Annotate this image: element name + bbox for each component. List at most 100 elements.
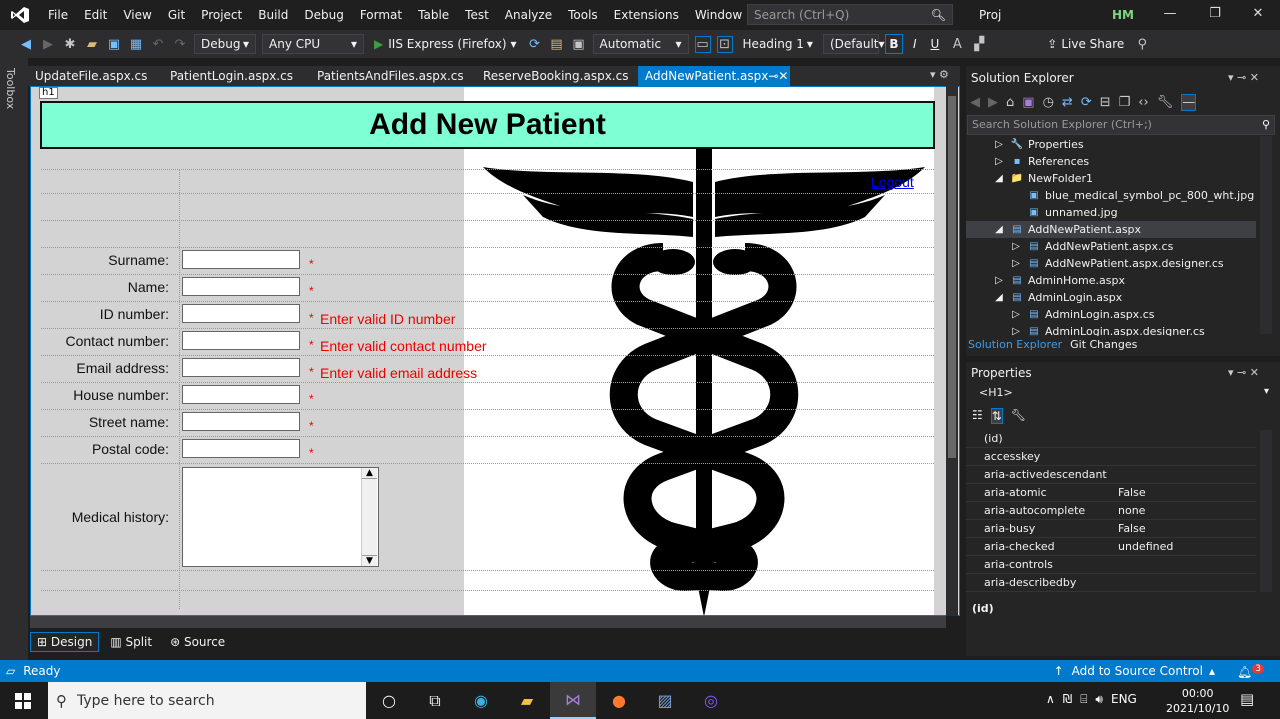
tree-item[interactable]: ▷ ▤ AdminLogin.aspx.cs [966,306,1256,323]
toolbox-tab[interactable]: Toolbox [4,68,17,109]
tab-patientsandfiles[interactable]: PatientsAndFiles.aspx.cs [310,66,476,86]
live-share-button[interactable]: ⇪ Live Share [1043,34,1128,54]
expand-icon[interactable]: ▷ [1009,326,1023,336]
home-icon[interactable]: ⌂ [1006,95,1014,110]
language-indicator[interactable]: ENG [1111,692,1137,707]
action-center-icon[interactable]: ▤ [1240,690,1254,708]
pin-icon[interactable]: ⊸ [768,69,778,86]
font-color-icon[interactable]: A [949,37,965,52]
solution-search-input[interactable]: Search Solution Explorer (Ctrl+;) ⚲ [967,115,1275,135]
bold-button[interactable]: B [884,34,903,54]
menu-item-window[interactable]: Window [687,0,750,30]
tab-source[interactable]: ⊛ Source [163,632,232,652]
tree-item[interactable]: ▷ ▤ AddNewPatient.aspx.cs [966,238,1256,255]
menu-item-table[interactable]: Table [410,0,457,30]
editor-horizontal-scrollbar[interactable] [30,616,946,628]
back-icon[interactable]: ◀ [970,95,980,110]
street-name-field[interactable] [182,412,300,431]
platform-dropdown[interactable]: Any CPU ▾ [262,34,364,54]
menu-item-view[interactable]: View [115,0,159,30]
menu-item-test[interactable]: Test [457,0,497,30]
tab-split[interactable]: ▥ Split [103,632,159,652]
avatar[interactable]: HM [1112,8,1134,22]
expand-icon[interactable]: ▷ [992,139,1006,150]
tree-item[interactable]: ◢ 📁 NewFolder1 [966,170,1256,187]
show-all-files-icon[interactable]: ❐ [1119,95,1131,110]
tray-chevron-icon[interactable]: ∧ [1046,692,1055,707]
underline-button[interactable]: U [927,34,944,54]
collapse-all-icon[interactable]: ⊟ [1100,95,1111,110]
design-view-icon[interactable]: ▭ [694,35,711,53]
taskbar-search-input[interactable]: ⚲ Type here to search [48,682,366,719]
postal-code-field[interactable] [182,439,300,458]
property-row[interactable]: (id) [966,430,1256,448]
history-icon[interactable]: ◷ [1043,95,1054,110]
property-row[interactable]: aria-autocomplete none [966,502,1256,520]
tree-item[interactable]: ▣ blue_medical_symbol_pc_800_wht.jpg [966,187,1256,204]
menu-item-debug[interactable]: Debug [296,0,351,30]
close-tab-icon[interactable]: ✕ [778,69,788,86]
tree-item[interactable]: ▷ ▪ References [966,153,1256,170]
visual-studio-logo-icon[interactable] [0,0,40,30]
visual-studio-icon[interactable]: ⋈ [550,682,596,719]
menu-item-edit[interactable]: Edit [76,0,115,30]
configuration-dropdown[interactable]: Debug ▾ [194,34,256,54]
preview-icon[interactable]: — [1181,93,1197,111]
notifications-icon[interactable]: 🔔︎ 3 [1237,663,1264,679]
task-view-icon[interactable]: ⧉ [412,682,458,719]
edge-icon[interactable]: ◉ [458,682,504,719]
tab-solution-explorer[interactable]: Solution Explorer [968,338,1062,351]
alphabetical-icon[interactable]: ⇅ [990,408,1003,424]
tab-patientlogin[interactable]: PatientLogin.aspx.cs [163,66,310,86]
new-project-icon[interactable]: ✱ [62,37,78,52]
search-input[interactable]: Search (Ctrl+Q) 🔍︎ [747,4,953,25]
expand-icon[interactable]: ◢ [992,173,1006,184]
save-icon[interactable]: ▣ [106,37,122,52]
ssms-icon[interactable]: ▨ [642,682,688,719]
ime-icon[interactable]: ₪ [1063,692,1072,707]
expand-icon[interactable]: ▷ [1009,241,1023,252]
file-explorer-icon[interactable]: ▰ [504,682,550,719]
back-icon[interactable]: ◀ [18,37,34,52]
add-source-control-button[interactable]: Add to Source Control [1072,664,1203,678]
property-row[interactable]: aria-busy False [966,520,1256,538]
design-surface[interactable]: h1 Add New Patient Logout Surname: * Nam… [30,86,960,616]
categorized-icon[interactable]: ☷ [972,408,983,424]
browser-mode-dropdown[interactable]: Automatic ▾ [592,34,689,54]
properties-icon[interactable]: 🔧︎ [1157,95,1174,110]
position-icon[interactable]: ⊡ [716,35,733,53]
expand-icon[interactable]: ▷ [1009,309,1023,320]
properties-object-selector[interactable]: <H1> [979,386,1013,399]
name-field[interactable] [182,277,300,296]
menu-item-git[interactable]: Git [160,0,193,30]
menu-item-extensions[interactable]: Extensions [606,0,687,30]
tree-item[interactable]: ▷ ▤ AddNewPatient.aspx.designer.cs [966,255,1256,272]
page-title[interactable]: Add New Patient [40,101,935,149]
tree-item[interactable]: ◢ ▤ AdminLogin.aspx [966,289,1256,306]
refresh-icon[interactable]: ⟳ [1081,95,1092,110]
contact-number-field[interactable] [182,331,300,350]
menu-item-file[interactable]: File [40,0,76,30]
editor-scroll-thumb[interactable] [948,96,956,458]
minimize-icon[interactable]: — [1160,6,1180,24]
scroll-down-icon[interactable]: ▼ [362,555,377,566]
textarea-scrollbar[interactable]: ▲ ▼ [361,468,377,566]
tree-item[interactable]: ▷ ▤ AdminLogin.aspx.designer.cs [966,323,1256,336]
property-row[interactable]: aria-describedby [966,574,1256,592]
expand-icon[interactable]: ▷ [992,275,1006,286]
tab-options-icon[interactable]: ▾ ⚙ [930,68,949,81]
firefox-icon[interactable]: ● [596,682,642,719]
tab-updatefile[interactable]: UpdateFile.aspx.cs [28,66,163,86]
network-icon[interactable]: ⌸ [1080,692,1087,707]
property-value[interactable]: undefined [1114,540,1173,553]
tab-reservebooking[interactable]: ReserveBooking.aspx.cs [476,66,638,86]
property-row[interactable]: aria-activedescendant [966,466,1256,484]
property-row[interactable]: aria-atomic False [966,484,1256,502]
scroll-up-icon[interactable]: ▲ [362,468,377,479]
tab-addnewpatient[interactable]: AddNewPatient.aspx ⊸ ✕ [638,66,790,86]
expand-icon[interactable]: ◢ [992,292,1006,303]
property-row[interactable]: aria-checked undefined [966,538,1256,556]
switch-views-icon[interactable]: ▣ [1022,95,1034,110]
menu-item-build[interactable]: Build [250,0,296,30]
font-dropdown[interactable]: (Default ▾ [822,34,885,54]
